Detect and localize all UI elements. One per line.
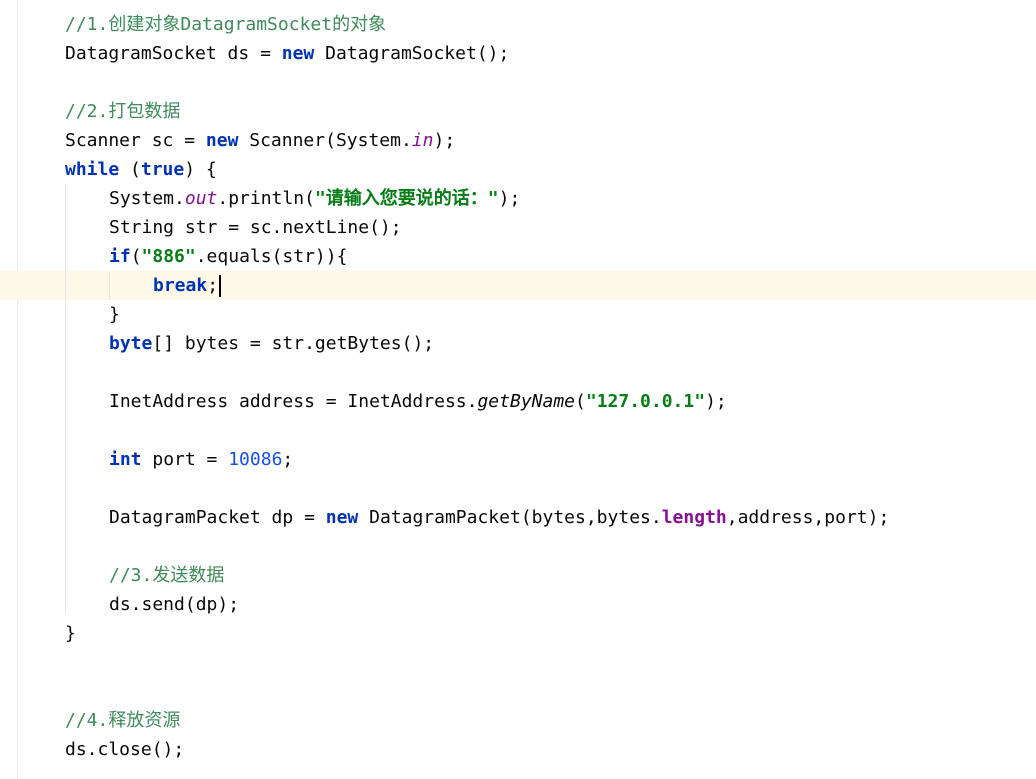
code-line-16[interactable]: ds.send(dp); bbox=[109, 590, 239, 619]
code-token: Scanner(System. bbox=[238, 130, 412, 151]
string-token: "127.0.0.1" bbox=[585, 391, 706, 412]
comment-token: 的对象 bbox=[332, 14, 387, 35]
code-line-9[interactable]: break; bbox=[153, 271, 222, 300]
comment-token: //4. bbox=[65, 710, 109, 731]
code-token: [] bytes = str.getBytes(); bbox=[152, 333, 435, 354]
comment-token: 创建对象 bbox=[108, 14, 181, 35]
code-line-12[interactable]: InetAddress address = InetAddress.getByN… bbox=[109, 387, 727, 416]
code-line-13[interactable]: int port = 10086; bbox=[109, 445, 293, 474]
keyword-token: new bbox=[325, 507, 359, 528]
indent-guide-if bbox=[109, 271, 110, 300]
gutter-border bbox=[17, 0, 18, 779]
static-field-token: in bbox=[411, 130, 434, 151]
keyword-token: byte bbox=[109, 333, 153, 354]
code-token: ; bbox=[207, 275, 219, 296]
code-line-4[interactable]: Scanner sc = new Scanner(System.in); bbox=[65, 126, 455, 155]
code-token: } bbox=[65, 623, 76, 644]
code-token: ) { bbox=[184, 159, 217, 180]
field-token: length bbox=[661, 507, 727, 528]
code-token: Scanner sc = bbox=[65, 130, 206, 151]
code-token: .println( bbox=[217, 188, 315, 209]
comment-token: 发送数据 bbox=[152, 565, 225, 586]
code-token: DatagramSocket ds = bbox=[65, 43, 282, 64]
code-line-15[interactable]: //3.发送数据 bbox=[109, 561, 224, 590]
code-token: ; bbox=[282, 449, 294, 470]
code-token: ,address,port); bbox=[726, 507, 890, 528]
code-token: DatagramSocket(); bbox=[314, 43, 510, 64]
code-token: ( bbox=[130, 246, 142, 267]
code-line-18[interactable]: //4.释放资源 bbox=[65, 706, 180, 735]
code-token: ); bbox=[433, 130, 456, 151]
code-line-11[interactable]: byte[] bytes = str.getBytes(); bbox=[109, 329, 434, 358]
code-line-19[interactable]: ds.close(); bbox=[65, 735, 184, 764]
comment-token: //2. bbox=[65, 101, 109, 122]
indent-guide-while bbox=[65, 184, 66, 614]
text-caret bbox=[219, 275, 222, 297]
code-token: ( bbox=[575, 391, 586, 412]
code-token: ( bbox=[119, 159, 141, 180]
code-line-17[interactable]: } bbox=[65, 619, 76, 648]
static-field-token: out bbox=[184, 188, 218, 209]
keyword-token: if bbox=[109, 246, 131, 267]
code-line-2[interactable]: DatagramSocket ds = new DatagramSocket()… bbox=[65, 39, 509, 68]
comment-token: 打包数据 bbox=[108, 101, 181, 122]
code-editor[interactable]: //1.创建对象DatagramSocket的对象 DatagramSocket… bbox=[0, 0, 1036, 779]
keyword-token: while bbox=[65, 159, 120, 180]
comment-token: //3. bbox=[109, 565, 153, 586]
code-token: ds.send(dp); bbox=[109, 594, 240, 615]
code-token: ); bbox=[498, 188, 521, 209]
code-line-8[interactable]: if("886".equals(str)){ bbox=[109, 242, 347, 271]
keyword-token: new bbox=[281, 43, 315, 64]
code-line-3[interactable]: //2.打包数据 bbox=[65, 97, 180, 126]
comment-token: 释放资源 bbox=[108, 710, 181, 731]
code-line-1[interactable]: //1.创建对象DatagramSocket的对象 bbox=[65, 10, 386, 39]
keyword-token: int bbox=[109, 449, 142, 470]
code-line-7[interactable]: String str = sc.nextLine(); bbox=[109, 213, 402, 242]
comment-token: //1. bbox=[65, 14, 109, 35]
code-token: ); bbox=[705, 391, 727, 412]
keyword-token: break bbox=[153, 275, 208, 296]
code-token: ds.close(); bbox=[65, 739, 185, 760]
keyword-token: true bbox=[140, 159, 185, 180]
code-line-6[interactable]: System.out.println("请输入您要说的话："); bbox=[109, 184, 520, 213]
number-token: 10086 bbox=[228, 449, 283, 470]
code-token: port = bbox=[141, 449, 229, 470]
comment-token: DatagramSocket bbox=[180, 14, 333, 35]
code-token: String str = sc.nextLine(); bbox=[109, 217, 402, 238]
code-line-5[interactable]: while (true) { bbox=[65, 155, 217, 184]
code-token: InetAddress address = InetAddress. bbox=[109, 391, 478, 412]
code-line-14[interactable]: DatagramPacket dp = new DatagramPacket(b… bbox=[109, 503, 889, 532]
code-token: } bbox=[109, 304, 120, 325]
static-method-token: getByName bbox=[477, 391, 576, 412]
code-token: DatagramPacket(bytes,bytes. bbox=[358, 507, 662, 528]
code-token: .equals(str)){ bbox=[195, 246, 348, 267]
string-token: "请输入您要说的话：" bbox=[314, 188, 499, 209]
code-line-10[interactable]: } bbox=[109, 300, 120, 329]
keyword-token: new bbox=[205, 130, 239, 151]
code-token: System. bbox=[109, 188, 185, 209]
code-token: DatagramPacket dp = bbox=[109, 507, 326, 528]
string-token: "886" bbox=[141, 246, 196, 267]
